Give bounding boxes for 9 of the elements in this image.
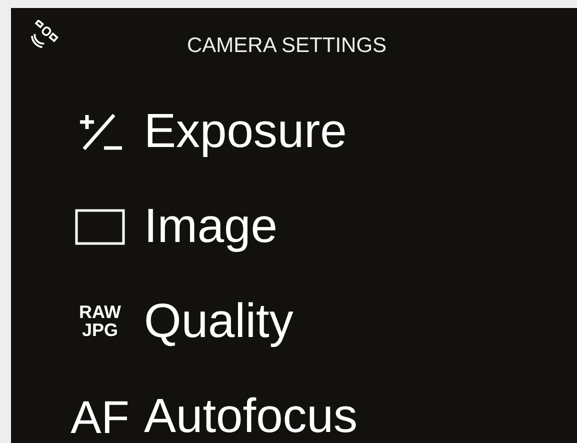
menu-item[interactable]: AF Autofocus [11,369,577,443]
format-icon: RAW JPG [79,304,121,339]
satellite-icon[interactable] [31,20,61,50]
menu-item[interactable]: RAW JPG Quality [11,274,577,369]
screen-title: CAMERA SETTINGS [187,34,387,58]
menu-item[interactable]: Image [11,179,577,274]
frame-icon [75,208,125,244]
format-icon: AF [70,394,130,440]
menu-item[interactable]: Exposure [11,84,577,179]
